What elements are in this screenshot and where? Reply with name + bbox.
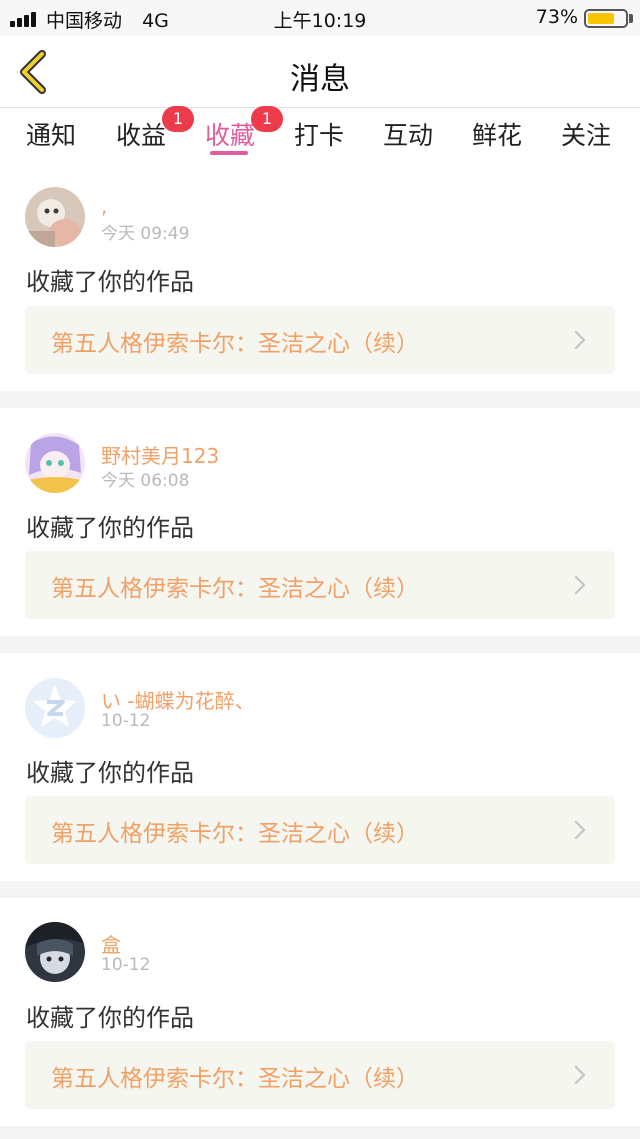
message-time: 10-12 (101, 955, 151, 975)
message-item: 盒 10-12 收藏了你的作品 第五人格伊索卡尔：圣洁之心（续） (0, 898, 640, 1126)
work-title: 第五人格伊索卡尔：圣洁之心（续） (51, 576, 419, 602)
avatar[interactable] (25, 678, 85, 738)
message-time: 10-12 (101, 711, 151, 731)
tab-earnings[interactable]: 收益 1 (116, 106, 194, 152)
tab-label: 打卡 (294, 121, 345, 150)
avatar[interactable] (25, 187, 85, 247)
action-text: 收藏了你的作品 (26, 759, 194, 787)
action-text: 收藏了你的作品 (26, 1004, 194, 1032)
avatar[interactable] (25, 922, 85, 982)
separator (0, 1126, 640, 1139)
battery-percent: 73% (535, 6, 578, 28)
username[interactable]: い -蝴蝶为花醉、 (101, 685, 255, 714)
tab-flowers[interactable]: 鲜花 (472, 116, 522, 152)
tab-favorites[interactable]: 收藏 1 (205, 106, 283, 152)
tab-notifications[interactable]: 通知 (26, 116, 76, 152)
battery-cap (629, 14, 633, 23)
action-text: 收藏了你的作品 (26, 514, 194, 542)
work-link[interactable]: 第五人格伊索卡尔：圣洁之心（续） (25, 551, 615, 619)
default-qq-avatar-icon (25, 678, 85, 738)
work-link[interactable]: 第五人格伊索卡尔：圣洁之心（续） (25, 306, 615, 374)
username[interactable]: , (101, 194, 107, 218)
tab-label: 互动 (383, 121, 434, 150)
page-title: 消息 (290, 62, 350, 97)
chevron-right-icon (574, 575, 586, 595)
tab-checkin[interactable]: 打卡 (294, 116, 344, 152)
user-avatar-image (25, 187, 85, 247)
message-item: い -蝴蝶为花醉、 10-12 收藏了你的作品 第五人格伊索卡尔：圣洁之心（续） (0, 653, 640, 881)
chevron-right-icon (574, 820, 586, 840)
nav-bar: 消息 (0, 36, 640, 108)
work-title: 第五人格伊索卡尔：圣洁之心（续） (51, 1066, 419, 1092)
tab-bar: 通知 收益 1 收藏 1 打卡 互动 鲜花 关注 (0, 106, 640, 164)
avatar[interactable] (25, 433, 85, 493)
tab-label: 收藏 (205, 121, 256, 150)
status-bar: 中国移动 4G 上午10:19 73% (0, 0, 640, 36)
message-time: 今天 09:49 (101, 224, 190, 244)
active-tab-indicator (210, 151, 248, 155)
user-avatar-image (25, 433, 85, 493)
separator (0, 636, 640, 653)
tab-label: 鲜花 (472, 121, 523, 150)
battery-level (588, 13, 614, 24)
username[interactable]: 盒 (101, 929, 121, 958)
username[interactable]: 野村美月123 (101, 440, 219, 469)
chevron-right-icon (574, 1065, 586, 1085)
tab-badge: 1 (162, 106, 194, 132)
tab-label: 关注 (561, 121, 612, 150)
message-item: , 今天 09:49 收藏了你的作品 第五人格伊索卡尔：圣洁之心（续） (0, 164, 640, 391)
tab-label: 收益 (116, 121, 167, 150)
tab-badge: 1 (251, 106, 283, 132)
separator (0, 881, 640, 898)
work-link[interactable]: 第五人格伊索卡尔：圣洁之心（续） (25, 796, 615, 864)
tab-label: 通知 (26, 121, 77, 150)
user-avatar-image (25, 922, 85, 982)
action-text: 收藏了你的作品 (26, 268, 194, 296)
work-link[interactable]: 第五人格伊索卡尔：圣洁之心（续） (25, 1041, 615, 1109)
work-title: 第五人格伊索卡尔：圣洁之心（续） (51, 331, 419, 357)
chevron-right-icon (574, 330, 586, 350)
work-title: 第五人格伊索卡尔：圣洁之心（续） (51, 821, 419, 847)
message-item: 野村美月123 今天 06:08 收藏了你的作品 第五人格伊索卡尔：圣洁之心（续… (0, 408, 640, 636)
tab-following[interactable]: 关注 (561, 116, 611, 152)
message-time: 今天 06:08 (101, 471, 190, 491)
separator (0, 391, 640, 408)
battery-icon (584, 9, 628, 28)
tab-interactions[interactable]: 互动 (383, 116, 433, 152)
